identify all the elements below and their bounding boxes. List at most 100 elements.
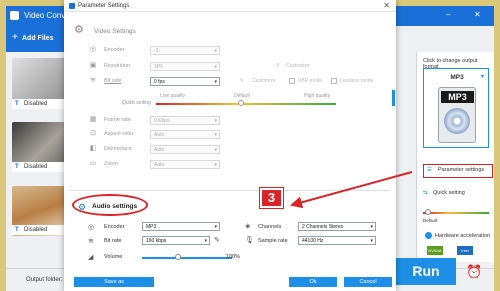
cancel-button[interactable]: Cancel (344, 277, 392, 287)
video-encoder-label: Encoder (104, 47, 125, 53)
quick-setting-knob[interactable] (425, 209, 431, 215)
audio-bitrate-icon: ≋ (88, 238, 94, 245)
step-number-badge: 3 (259, 187, 284, 209)
audio-bitrate-value: 160 kbps (146, 238, 167, 244)
resolution-label: Resolution (104, 63, 130, 69)
deinterlace-icon: ◧ (89, 145, 97, 152)
alarm-clock-icon[interactable]: ⏰ (466, 264, 482, 280)
dialog-title: Parameter Settings (78, 3, 130, 9)
subtitle-disabled-row[interactable]: T Disabled (12, 162, 68, 172)
framerate-value: 0 Kbps (154, 118, 170, 124)
bitrate-customize-button[interactable]: Customize (252, 77, 276, 85)
quality-knob[interactable] (238, 100, 244, 106)
close-icon[interactable]: ✕ (474, 10, 481, 19)
intel-badge[interactable]: Intel (457, 246, 473, 255)
chevron-down-icon: ▾ (370, 238, 373, 244)
volume-slider[interactable] (142, 257, 232, 259)
low-quality-label: Low quality (160, 93, 186, 99)
audio-bitrate-select[interactable]: 160 kbps ▾ (142, 236, 210, 245)
parameter-settings-button[interactable]: ☰ Parameter settings (423, 164, 493, 178)
video-settings-icon: ⚙ (74, 24, 84, 36)
video-settings-heading: Video Settings (94, 28, 136, 35)
pencil-icon: ✎ (240, 78, 245, 84)
audio-settings-icon: ⚙ (78, 202, 87, 212)
hw-accel-toggle[interactable] (425, 232, 432, 239)
lossless-checkbox[interactable] (331, 78, 337, 84)
zoom-select[interactable]: Auto ▾ (150, 160, 220, 169)
disabled-label: Disabled (24, 227, 48, 233)
chevron-down-icon: ▾ (214, 224, 217, 230)
audio-bitrate-label: Bit rate (104, 238, 122, 244)
lossless-label: Lossless mode (340, 78, 374, 84)
deinterlace-label: Deinterlace (104, 146, 132, 152)
default-label: Default (423, 218, 438, 223)
resolution-customize-button[interactable]: Customize (286, 62, 310, 70)
zoom-label: Zoom (104, 161, 119, 167)
volume-label: Volume (104, 254, 123, 260)
chevron-down-icon: ▾ (214, 162, 217, 168)
resolution-value: 1P5 (154, 64, 163, 70)
vbr-label: VBR mode (298, 78, 323, 84)
quality-slider[interactable] (156, 103, 336, 105)
file-thumbnails (12, 58, 68, 250)
video-bitrate-select[interactable]: 0 fps ▾ (150, 77, 220, 86)
dialog-title-bar: Parameter Settings ✕ (64, 0, 396, 12)
format-panel: Click to change output format MP3 ▾ MP3 … (416, 52, 494, 262)
framerate-select[interactable]: 0 Kbps ▾ (150, 116, 220, 125)
disabled-label: Disabled (24, 164, 48, 170)
resolution-select[interactable]: 1P5 ▾ (150, 62, 220, 71)
aspect-ratio-icon: ⊡ (90, 130, 96, 137)
parameter-settings-label: Parameter settings (438, 167, 485, 173)
disabled-label: Disabled (24, 101, 48, 107)
chevron-down-icon: ▾ (214, 64, 217, 70)
section-divider (70, 190, 390, 191)
volume-icon: ◢ (88, 254, 94, 261)
framerate-label: Frame rate (104, 117, 131, 123)
audio-encoder-value: MP3 (146, 224, 157, 230)
vbr-checkbox[interactable] (289, 78, 295, 84)
video-encoder-select[interactable]: -1 ▾ (150, 46, 220, 55)
chevron-down-icon: ▾ (370, 224, 373, 230)
quick-setting-label: ⇆ Quick setting (423, 190, 465, 196)
video-bitrate-value: 0 fps (154, 79, 165, 85)
zoom-value: Auto (154, 162, 165, 168)
video-quick-setting-label: Quick setting (122, 100, 151, 106)
channels-value: 2 Channels Stereo (302, 224, 344, 230)
high-quality-label: High quality (304, 93, 331, 99)
framerate-icon: ▦ (89, 116, 97, 123)
volume-knob[interactable] (175, 254, 181, 260)
video-bitrate-label: Bit rate (104, 78, 122, 84)
sample-rate-select[interactable]: 44100 Hz ▾ (298, 236, 376, 245)
run-button[interactable]: Run (396, 258, 456, 285)
nvidia-badge[interactable]: NVIDIA (427, 246, 443, 255)
dialog-scrollbar[interactable] (392, 90, 395, 106)
minimize-icon[interactable]: – (446, 10, 450, 19)
deinterlace-select[interactable]: Auto ▾ (150, 145, 220, 154)
aspect-ratio-value: Auto (154, 132, 165, 138)
save-as-button[interactable]: Save as (74, 277, 154, 287)
quick-setting-slider[interactable] (423, 212, 489, 214)
chevron-down-icon: ▾ (214, 147, 217, 153)
audio-encoder-label: Encoder (104, 224, 125, 230)
add-files-button[interactable]: + Add Files (6, 26, 72, 52)
channels-icon: ◈ (245, 223, 251, 230)
pencil-icon[interactable]: ✎ (214, 236, 220, 244)
hw-accel-label: Hardware acceleration (435, 233, 491, 239)
sliders-icon: ☰ (427, 167, 432, 173)
dialog-close-icon[interactable]: ✕ (383, 1, 390, 10)
subtitle-disabled-row[interactable]: T Disabled (12, 225, 68, 235)
app-logo-icon (10, 11, 19, 20)
output-format-selector[interactable]: MP3 ▾ MP3 (423, 68, 489, 148)
aspect-ratio-select[interactable]: Auto ▾ (150, 130, 220, 139)
text-icon: T (15, 164, 19, 170)
channels-select[interactable]: 2 Channels Stereo ▾ (298, 222, 376, 231)
chevron-down-icon: ▾ (214, 118, 217, 124)
audio-encoder-select[interactable]: MP3 ▾ (142, 222, 220, 231)
default-quality-label: Default (234, 93, 250, 99)
text-icon: T (15, 101, 19, 107)
audio-settings-heading: Audio settings (92, 203, 138, 210)
ok-button[interactable]: Ok (289, 277, 337, 287)
mp3-icon-label: MP3 (441, 91, 474, 103)
dialog-logo-icon (69, 3, 75, 9)
subtitle-disabled-row[interactable]: T Disabled (12, 99, 68, 109)
